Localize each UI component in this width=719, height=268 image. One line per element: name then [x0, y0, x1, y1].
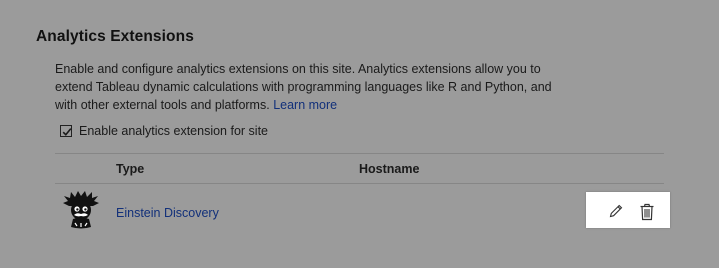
extensions-table-header: Type Hostname	[55, 153, 664, 184]
checkmark-icon	[62, 128, 72, 136]
pencil-icon[interactable]	[608, 203, 624, 219]
enable-analytics-checkbox[interactable]	[60, 125, 72, 137]
einstein-avatar-icon	[63, 191, 99, 229]
section-description: Enable and configure analytics extension…	[55, 60, 565, 114]
column-header-type: Type	[116, 162, 145, 176]
extension-type-link[interactable]: Einstein Discovery	[116, 206, 219, 220]
enable-analytics-label: Enable analytics extension for site	[79, 124, 268, 138]
enable-analytics-checkbox-row[interactable]: Enable analytics extension for site	[60, 124, 268, 138]
section-title: Analytics Extensions	[36, 28, 194, 45]
learn-more-link[interactable]: Learn more	[273, 98, 337, 112]
trash-icon[interactable]	[639, 203, 655, 221]
row-actions-panel	[586, 192, 670, 228]
column-header-hostname: Hostname	[359, 162, 420, 176]
table-row: Einstein Discovery	[55, 185, 664, 231]
